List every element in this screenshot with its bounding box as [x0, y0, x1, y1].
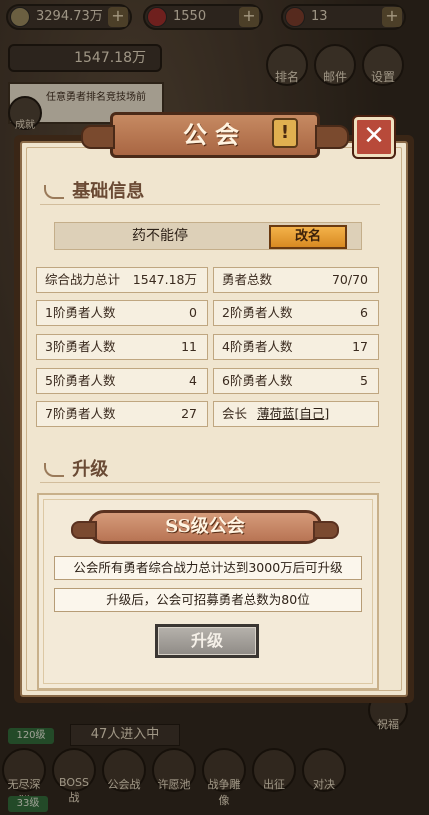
- stat-value: 1547.18万: [132, 272, 197, 287]
- stat-value: 17: [352, 339, 368, 354]
- stat-label: 6阶勇者人数: [222, 373, 293, 388]
- upgrade-title: 升级: [72, 459, 109, 480]
- guild-rank-banner: SS级公会: [71, 510, 339, 544]
- leader-label: 会长: [222, 406, 248, 421]
- stat-value: 5: [360, 373, 368, 388]
- stat-label: 综合战力总计: [45, 272, 121, 287]
- stat-label: 2阶勇者人数: [222, 305, 293, 320]
- stat-tier2: 2阶勇者人数 6: [213, 300, 379, 326]
- stat-value: 11: [181, 339, 197, 354]
- stat-tier3: 3阶勇者人数 11: [36, 334, 208, 360]
- stat-tier7: 7阶勇者人数 27: [36, 401, 208, 427]
- upgrade-button[interactable]: 升级: [155, 624, 259, 658]
- stat-total-heroes: 勇者总数 70/70: [213, 267, 379, 293]
- stat-value: 70/70: [331, 272, 368, 287]
- guild-rank: SS级公会: [165, 516, 245, 537]
- divider: [40, 204, 380, 205]
- stat-tier6: 6阶勇者人数 5: [213, 368, 379, 394]
- dialog-title: 公会: [183, 120, 247, 149]
- stat-label: 会长 薄荷蓝[自己]: [222, 402, 329, 426]
- guild-name: 药不能停: [132, 228, 188, 244]
- stat-label: 1阶勇者人数: [45, 305, 116, 320]
- info-badge-icon[interactable]: !: [272, 118, 298, 148]
- basic-info-title: 基础信息: [72, 181, 145, 202]
- guild-name-row: 药不能停 改名: [54, 222, 362, 250]
- stat-value: 0: [189, 305, 197, 320]
- stat-tier4: 4阶勇者人数 17: [213, 334, 379, 360]
- stat-label: 7阶勇者人数: [45, 406, 116, 421]
- stat-value: 6: [360, 305, 368, 320]
- close-icon: ✕: [363, 121, 385, 151]
- stat-value: 27: [181, 406, 197, 421]
- flourish-icon: [44, 463, 64, 477]
- stat-label: 勇者总数: [222, 272, 273, 287]
- stat-value: 4: [189, 373, 197, 388]
- stat-label: 3阶勇者人数: [45, 339, 116, 354]
- basic-info-heading: 基础信息: [44, 177, 144, 205]
- stat-total-power: 综合战力总计 1547.18万: [36, 267, 208, 293]
- divider: [40, 482, 380, 483]
- upgrade-requirement: 公会所有勇者综合战力总计达到3000万后可升级: [54, 556, 362, 580]
- rename-button[interactable]: 改名: [269, 225, 347, 249]
- leader-name-link[interactable]: 薄荷蓝[自己]: [257, 406, 329, 421]
- stat-tier1: 1阶勇者人数 0: [36, 300, 208, 326]
- stat-leader: 会长 薄荷蓝[自己]: [213, 401, 379, 427]
- stat-tier5: 5阶勇者人数 4: [36, 368, 208, 394]
- flourish-icon: [44, 185, 64, 199]
- stat-label: 4阶勇者人数: [222, 339, 293, 354]
- close-button[interactable]: ✕: [354, 117, 394, 157]
- upgrade-heading: 升级: [44, 455, 108, 483]
- upgrade-benefit: 升级后，公会可招募勇者总数为80位: [54, 588, 362, 612]
- stat-label: 5阶勇者人数: [45, 373, 116, 388]
